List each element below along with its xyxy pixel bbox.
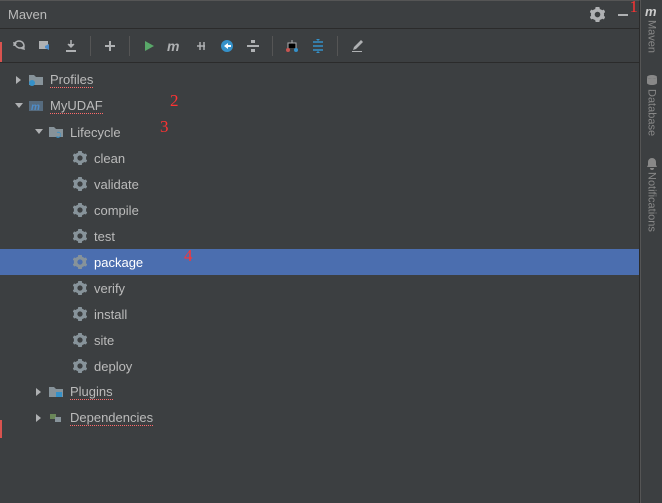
tree-node-profiles[interactable]: Profiles: [0, 67, 639, 93]
sidebar-label: Database: [646, 89, 658, 136]
lifecycle-folder-icon: [48, 124, 64, 140]
tree-goal-site[interactable]: site: [0, 327, 639, 353]
toggle-icon[interactable]: [242, 35, 264, 57]
svg-text:m: m: [31, 102, 40, 113]
tree-label: Dependencies: [70, 410, 153, 426]
gear-icon: [72, 228, 88, 244]
tree-goal-compile[interactable]: compile: [0, 197, 639, 223]
tree-goal-validate[interactable]: validate: [0, 171, 639, 197]
dependencies-icon: [48, 410, 64, 426]
tree-node-lifecycle[interactable]: Lifecycle 3: [0, 119, 639, 145]
tree-label: deploy: [94, 359, 132, 374]
svg-text:m: m: [167, 38, 179, 54]
annotation-2: 2: [170, 91, 179, 111]
offline-icon[interactable]: [216, 35, 238, 57]
sidebar-tab-database[interactable]: Database: [645, 73, 659, 136]
gear-icon: [72, 358, 88, 374]
chevron-right-icon: [32, 411, 46, 425]
plugins-folder-icon: [48, 384, 64, 400]
toolbar: m 1: [0, 29, 639, 63]
annotation-3: 3: [160, 117, 169, 137]
chevron-right-icon: [12, 73, 26, 87]
gear-icon: [72, 306, 88, 322]
chevron-down-icon: [12, 99, 26, 113]
tree-goal-install[interactable]: install: [0, 301, 639, 327]
gear-icon: [72, 176, 88, 192]
skip-tests-icon[interactable]: [190, 35, 212, 57]
tree-node-dependencies[interactable]: Dependencies: [0, 405, 639, 431]
tree-goal-clean[interactable]: clean: [0, 145, 639, 171]
tree-node-project[interactable]: m MyUDAF 2: [0, 93, 639, 119]
tree-label: MyUDAF: [50, 98, 103, 114]
tree-goal-test[interactable]: test: [0, 223, 639, 249]
settings-icon[interactable]: [346, 35, 368, 57]
sidebar-tab-notifications[interactable]: Notifications: [645, 156, 659, 232]
tree-label: install: [94, 307, 127, 322]
right-sidebar: m Maven Database Notifications: [640, 0, 662, 503]
run-icon[interactable]: [138, 35, 160, 57]
dependencies-graph-icon[interactable]: [281, 35, 303, 57]
generate-sources-icon[interactable]: [34, 35, 56, 57]
reimport-icon[interactable]: [8, 35, 30, 57]
maven-panel: Maven m: [0, 0, 640, 503]
chevron-right-icon: [32, 385, 46, 399]
tree-label: Plugins: [70, 384, 113, 400]
tree-label: validate: [94, 177, 139, 192]
tree-label: test: [94, 229, 115, 244]
gear-icon: [72, 332, 88, 348]
tree-goal-verify[interactable]: verify: [0, 275, 639, 301]
tree-label: clean: [94, 151, 125, 166]
folder-icon: [28, 72, 44, 88]
tree-node-plugins[interactable]: Plugins: [0, 379, 639, 405]
panel-header: Maven: [0, 1, 639, 29]
tree-label: Lifecycle: [70, 125, 121, 140]
project-tree[interactable]: Profiles m MyUDAF 2 Lifecycle 3 clean val…: [0, 63, 639, 503]
sidebar-tab-maven[interactable]: m Maven: [645, 4, 659, 53]
gear-icon: [72, 254, 88, 270]
maven-project-icon: m: [28, 98, 44, 114]
gear-icon: [72, 150, 88, 166]
sidebar-label: Notifications: [646, 172, 658, 232]
tree-label: compile: [94, 203, 139, 218]
annotation-4: 4: [184, 246, 193, 266]
chevron-down-icon: [32, 125, 46, 139]
tree-goal-deploy[interactable]: deploy: [0, 353, 639, 379]
gear-icon: [72, 280, 88, 296]
tree-label: verify: [94, 281, 125, 296]
sidebar-label: Maven: [646, 20, 658, 53]
tree-label: Profiles: [50, 72, 93, 88]
tree-goal-package[interactable]: package 4: [0, 249, 639, 275]
maven-m-icon[interactable]: m: [164, 35, 186, 57]
download-icon[interactable]: [60, 35, 82, 57]
collapse-all-icon[interactable]: [307, 35, 329, 57]
gear-icon[interactable]: [589, 7, 605, 23]
minimize-icon[interactable]: [615, 7, 631, 23]
tree-label: package: [94, 255, 143, 270]
tree-label: site: [94, 333, 114, 348]
add-icon[interactable]: [99, 35, 121, 57]
svg-text:m: m: [645, 4, 657, 18]
gear-icon: [72, 202, 88, 218]
panel-title: Maven: [8, 7, 589, 22]
